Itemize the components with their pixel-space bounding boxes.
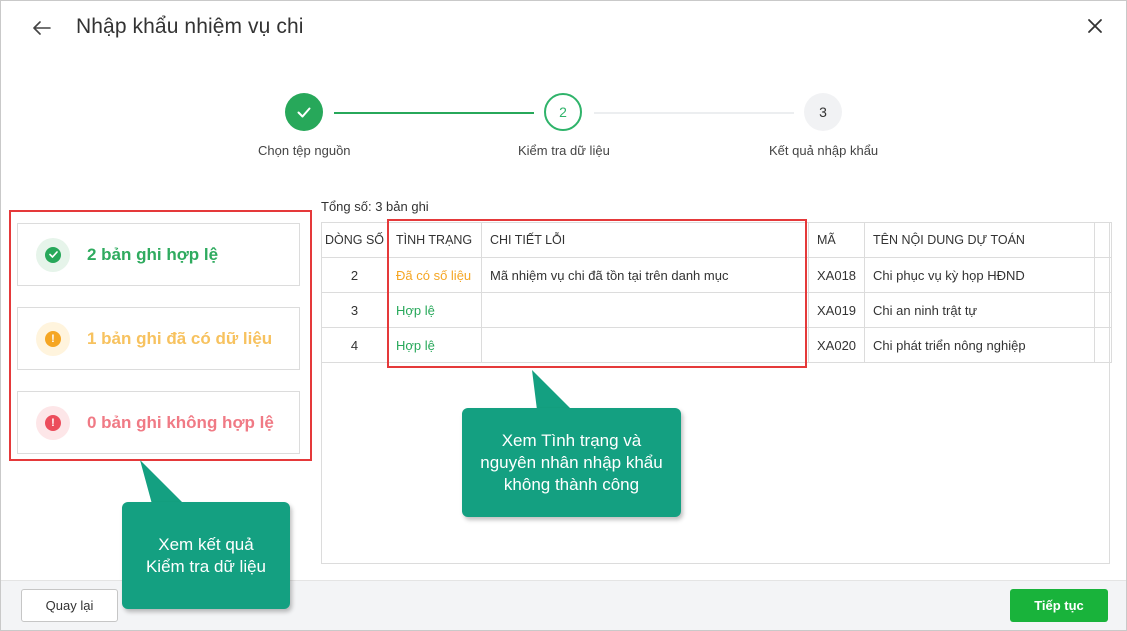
cell-code: XA020	[807, 327, 866, 363]
table-highlight-box	[387, 219, 807, 368]
cell-name: Chi phục vụ kỳ họp HĐND	[864, 257, 1096, 293]
arrow-left-icon	[33, 21, 51, 35]
cell-extra	[1094, 327, 1113, 363]
step-1-circle	[285, 93, 323, 131]
summary-highlight-box	[9, 210, 312, 461]
step-1-label: Chọn tệp nguồn	[258, 143, 351, 158]
close-button[interactable]	[1081, 12, 1109, 40]
col-header-extra	[1094, 222, 1113, 258]
total-records-text: Tổng số: 3 bản ghi	[321, 199, 429, 214]
step-connector-1	[334, 112, 534, 114]
continue-button[interactable]: Tiếp tục	[1010, 589, 1108, 622]
back-button[interactable]: Quay lại	[21, 589, 118, 622]
col-header-name[interactable]: TÊN NỘI DUNG DỰ TOÁN	[864, 222, 1096, 258]
cell-extra	[1094, 257, 1113, 293]
cell-line: 4	[321, 327, 388, 363]
cell-extra	[1094, 292, 1113, 328]
step-2-circle: 2	[544, 93, 582, 131]
cell-name: Chi an ninh trật tự	[864, 292, 1096, 328]
step-3-circle: 3	[804, 93, 842, 131]
col-header-line[interactable]: DÒNG SỐ	[321, 222, 388, 258]
check-icon	[297, 107, 311, 117]
step-3-label: Kết quả nhập khẩu	[769, 143, 879, 158]
status-hint-callout: Xem Tình trạng và nguyên nhân nhập khẩu …	[462, 408, 681, 517]
step-2-label: Kiểm tra dữ liệu	[518, 143, 610, 158]
col-header-code[interactable]: MÃ	[807, 222, 866, 258]
callout-left-line-2: Kiểm tra dữ liệu	[145, 556, 267, 576]
cell-line: 3	[321, 292, 388, 328]
callout-left-line-1: Xem kết quả	[158, 534, 254, 554]
back-arrow-button[interactable]	[28, 14, 56, 42]
cell-code: XA019	[807, 292, 866, 328]
summary-hint-callout: Xem kết quả Kiểm tra dữ liệu	[122, 502, 290, 609]
cell-line: 2	[321, 257, 388, 293]
page-title: Nhập khẩu nhiệm vụ chi	[76, 15, 304, 38]
callout-right-line-2: nguyên nhân nhập khẩu	[480, 452, 663, 472]
cell-name: Chi phát triển nông nghiệp	[864, 327, 1096, 363]
callout-right-tail	[532, 370, 572, 410]
callout-right-line-3: không thành công	[503, 474, 640, 494]
close-icon	[1088, 19, 1102, 33]
cell-code: XA018	[807, 257, 866, 293]
callout-right-line-1: Xem Tình trạng và	[501, 430, 642, 450]
callout-left-tail	[140, 460, 184, 504]
step-connector-2	[594, 112, 794, 114]
